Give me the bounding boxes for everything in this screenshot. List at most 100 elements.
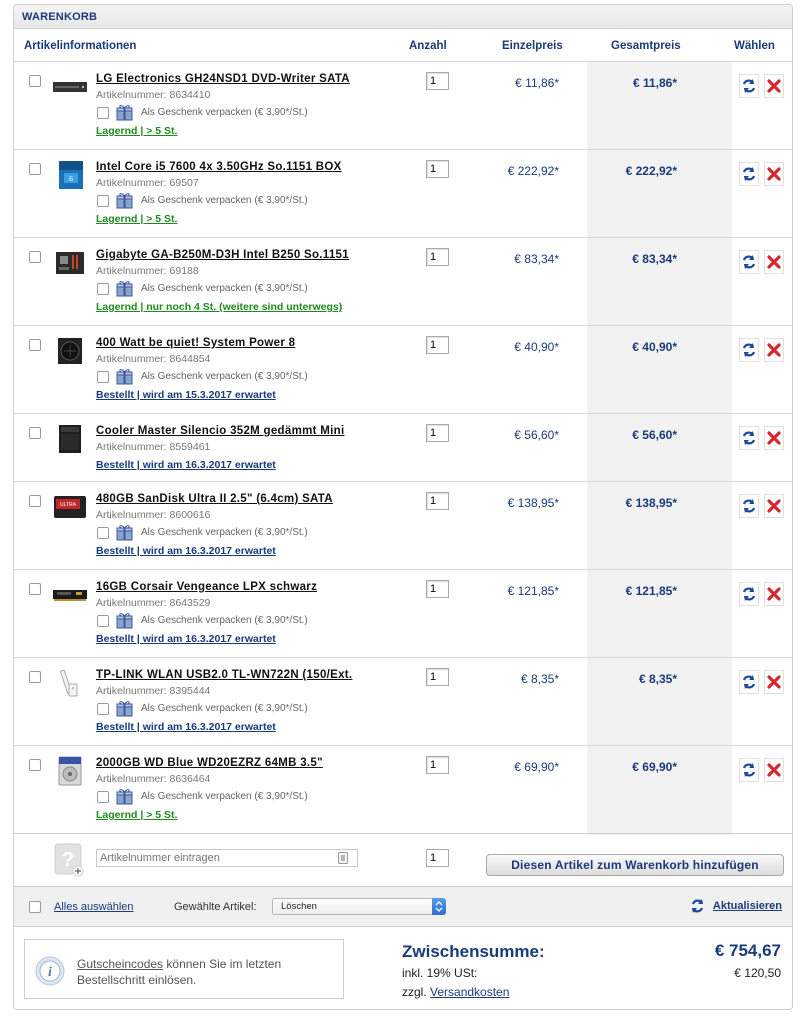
item-total-price: € 138,95* [625,496,677,510]
item-select-checkbox[interactable] [29,75,41,87]
update-item-icon[interactable] [739,250,759,274]
item-name-link[interactable]: 16GB Corsair Vengeance LPX schwarz [96,581,317,593]
delete-item-icon[interactable] [764,670,784,694]
svg-text:i: i [48,965,52,980]
item-stock-status[interactable]: Lagernd | > 5 St. [96,213,177,225]
ram-icon[interactable] [52,580,88,610]
item-name-link[interactable]: Gigabyte GA-B250M-D3H Intel B250 So.1151 [96,249,349,261]
item-select-checkbox[interactable] [29,583,41,595]
update-item-icon[interactable] [739,758,759,782]
add-quantity-input[interactable] [426,849,449,867]
item-select-checkbox[interactable] [29,495,41,507]
item-total-price: € 40,90* [632,340,677,354]
item-select-checkbox[interactable] [29,759,41,771]
item-total-price: € 8,35* [638,672,677,686]
item-quantity-input[interactable] [426,248,449,266]
info-icon: i [35,956,65,986]
item-select-checkbox[interactable] [29,163,41,175]
pc-case-icon[interactable] [52,424,88,454]
item-article-number: Artikelnummer: 8643529 [96,597,211,609]
cart-item-row: TP-LINK WLAN USB2.0 TL-WN722N (150/Ext. A… [14,658,792,746]
gift-icon [116,280,133,297]
item-select-checkbox[interactable] [29,427,41,439]
shipping-costs-link[interactable]: Versandkosten [430,985,509,999]
item-name-link[interactable]: 400 Watt be quiet! System Power 8 [96,337,295,349]
item-quantity-input[interactable] [426,580,449,598]
delete-item-icon[interactable] [764,338,784,362]
chosen-articles-label: Gewählte Artikel: [174,901,257,913]
voucher-codes-link[interactable]: Gutscheincodes [77,957,163,971]
item-stock-status[interactable]: Lagernd | > 5 St. [96,125,177,137]
gift-wrap-checkbox[interactable] [97,371,109,383]
update-item-icon[interactable] [739,494,759,518]
article-number-input[interactable] [96,849,358,867]
delete-item-icon[interactable] [764,758,784,782]
item-select-checkbox[interactable] [29,251,41,263]
dvd-drive-icon[interactable] [52,72,88,102]
item-quantity-input[interactable] [426,492,449,510]
select-all-link[interactable]: Alles auswählen [54,901,134,913]
motherboard-icon[interactable] [52,248,88,278]
item-name-link[interactable]: Cooler Master Silencio 352M gedämmt Mini [96,425,344,437]
item-name-link[interactable]: TP-LINK WLAN USB2.0 TL-WN722N (150/Ext. [96,669,352,681]
cart-item-row: 400 Watt be quiet! System Power 8 Artikel… [14,326,792,414]
ssd-icon[interactable]: ULTRA [52,492,88,522]
wifi-adapter-icon[interactable] [52,668,88,698]
item-stock-status[interactable]: Lagernd | nur noch 4 St. (weitere sind u… [96,301,342,313]
item-select-checkbox[interactable] [29,339,41,351]
gift-wrap-checkbox[interactable] [97,283,109,295]
bulk-action-select[interactable]: Löschen [272,898,446,915]
item-stock-status[interactable]: Bestellt | wird am 16.3.2017 erwartet [96,545,276,557]
item-stock-status[interactable]: Bestellt | wird am 16.3.2017 erwartet [96,459,276,471]
update-link[interactable]: Aktualisieren [713,900,782,912]
select-all-checkbox[interactable] [29,901,41,913]
update-item-icon[interactable] [739,426,759,450]
item-quantity-input[interactable] [426,160,449,178]
item-name-link[interactable]: 2000GB WD Blue WD20EZRZ 64MB 3.5" [96,757,323,769]
delete-item-icon[interactable] [764,74,784,98]
cpu-box-icon[interactable]: i5 [52,160,88,190]
item-name-link[interactable]: 480GB SanDisk Ultra II 2.5" (6.4cm) SATA [96,493,333,505]
lookup-icon[interactable] [338,852,348,864]
item-quantity-input[interactable] [426,668,449,686]
add-to-cart-button[interactable]: Diesen Artikel zum Warenkorb hinzufügen [486,854,784,876]
gift-wrap-checkbox[interactable] [97,615,109,627]
item-unit-price: € 222,92* [507,164,559,178]
item-name-link[interactable]: LG Electronics GH24NSD1 DVD-Writer SATA [96,73,350,85]
gift-wrap-checkbox[interactable] [97,791,109,803]
gift-wrap-checkbox[interactable] [97,527,109,539]
gift-icon [116,104,133,121]
update-item-icon[interactable] [739,162,759,186]
item-quantity-input[interactable] [426,756,449,774]
delete-item-icon[interactable] [764,426,784,450]
update-item-icon[interactable] [739,74,759,98]
gift-icon [116,612,133,629]
delete-item-icon[interactable] [764,162,784,186]
gift-wrap-checkbox[interactable] [97,195,109,207]
item-stock-status[interactable]: Bestellt | wird am 15.3.2017 erwartet [96,389,276,401]
item-quantity-input[interactable] [426,424,449,442]
delete-item-icon[interactable] [764,250,784,274]
gift-icon [116,788,133,805]
gift-wrap-checkbox[interactable] [97,703,109,715]
item-name-link[interactable]: Intel Core i5 7600 4x 3.50GHz So.1151 BO… [96,161,342,173]
delete-item-icon[interactable] [764,494,784,518]
header-article-info: Artikelinformationen [24,40,137,52]
update-item-icon[interactable] [739,670,759,694]
hdd-icon[interactable] [52,756,88,786]
item-quantity-input[interactable] [426,72,449,90]
gift-wrap-checkbox[interactable] [97,107,109,119]
cart-item-row: 2000GB WD Blue WD20EZRZ 64MB 3.5" Artikel… [14,746,792,834]
update-item-icon[interactable] [739,338,759,362]
header-quantity: Anzahl [409,40,447,52]
item-stock-status[interactable]: Lagernd | > 5 St. [96,809,177,821]
refresh-icon[interactable] [690,898,705,914]
delete-item-icon[interactable] [764,582,784,606]
item-select-checkbox[interactable] [29,671,41,683]
item-stock-status[interactable]: Bestellt | wird am 16.3.2017 erwartet [96,721,276,733]
item-quantity-input[interactable] [426,336,449,354]
cart-title: WARENKORB [22,11,98,23]
item-stock-status[interactable]: Bestellt | wird am 16.3.2017 erwartet [96,633,276,645]
power-supply-icon[interactable] [52,336,88,366]
update-item-icon[interactable] [739,582,759,606]
